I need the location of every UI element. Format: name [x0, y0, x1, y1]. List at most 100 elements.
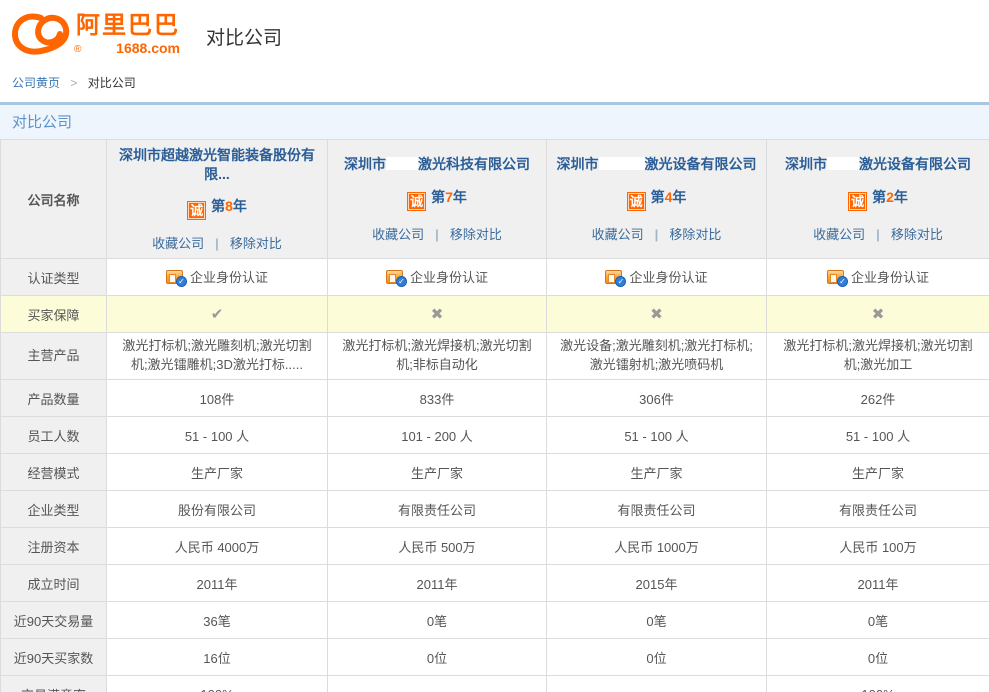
main-products-cell: 激光打标机;激光焊接机;激光切割机;激光加工: [767, 333, 989, 380]
transactions-cell: 36笔: [107, 602, 328, 639]
company-name-link[interactable]: 深圳市激光设备有限公司: [553, 155, 760, 174]
business-model-cell: 生产厂家: [547, 454, 767, 491]
id-card-icon: ✓: [166, 270, 183, 284]
company-name-text: 深圳市: [785, 156, 827, 172]
favorite-company-link[interactable]: 收藏公司: [152, 236, 204, 251]
section-title-bar: 对比公司: [0, 102, 989, 139]
link-divider: |: [215, 236, 219, 251]
certification-cell: ✓企业身份认证: [767, 259, 989, 296]
link-divider: |: [876, 227, 880, 242]
registered-capital-cell: 人民币 1000万: [547, 528, 767, 565]
row-label: 近90天买家数: [1, 639, 107, 676]
company-name-link[interactable]: 深圳市超越激光智能装备股份有限...: [113, 146, 321, 184]
company-year: 诚第4年: [553, 187, 760, 211]
comparison-table: 公司名称 深圳市超越激光智能装备股份有限... 诚第8年 收藏公司|移除对比 深…: [0, 139, 989, 692]
remove-compare-link[interactable]: 移除对比: [669, 227, 721, 242]
main-products-cell: 激光设备;激光雕刻机;激光打标机;激光镭射机;激光喷码机: [547, 333, 767, 380]
year-number: 2: [886, 189, 894, 205]
company-name-text: 深圳市超越激光智能装备股份有限...: [119, 147, 315, 182]
table-row-main-products: 主营产品 激光打标机;激光雕刻机;激光切割机;激光镭雕机;3D激光打标.....…: [1, 333, 989, 380]
row-label: 主营产品: [1, 333, 107, 380]
cheng-integrity-badge-icon: 诚: [848, 192, 867, 211]
cross-mark-icon: ✖: [650, 306, 663, 323]
verified-check-icon: ✓: [396, 276, 407, 287]
favorite-company-link[interactable]: 收藏公司: [813, 227, 865, 242]
table-row-buyers-90d: 近90天买家数 16位 0位 0位 0位: [1, 639, 989, 676]
employees-cell: 51 - 100 人: [107, 417, 328, 454]
alibaba-logo[interactable]: ® 阿里巴巴 1688.com: [10, 11, 180, 57]
company-name-link[interactable]: 深圳市 激光科技有限公司: [334, 155, 540, 174]
buyers-cell: 0位: [328, 639, 547, 676]
satisfaction-cell: 100%: [107, 676, 328, 692]
guarantee-cell: ✖: [547, 296, 767, 333]
registered-capital-cell: 人民币 4000万: [107, 528, 328, 565]
verified-check-icon: ✓: [176, 276, 187, 287]
year-suffix: 年: [672, 189, 686, 205]
main-products-cell: 激光打标机;激光雕刻机;激光切割机;激光镭雕机;3D激光打标.....: [107, 333, 328, 380]
id-card-icon: ✓: [827, 270, 844, 284]
brand-name: 阿里巴巴: [76, 14, 180, 38]
row-label: 企业类型: [1, 491, 107, 528]
year-prefix: 第: [872, 189, 886, 205]
row-label: 注册资本: [1, 528, 107, 565]
buyers-cell: 16位: [107, 639, 328, 676]
company-actions: 收藏公司|移除对比: [334, 224, 540, 243]
breadcrumb-current: 对比公司: [88, 76, 136, 90]
remove-compare-link[interactable]: 移除对比: [891, 227, 943, 242]
company-name-text: 激光设备有限公司: [859, 156, 971, 172]
year-suffix: 年: [894, 189, 908, 205]
company-name-text: 深圳市: [344, 156, 386, 172]
business-model-cell: 生产厂家: [328, 454, 547, 491]
employees-cell: 51 - 100 人: [547, 417, 767, 454]
business-model-cell: 生产厂家: [767, 454, 989, 491]
table-row-transactions-90d: 近90天交易量 36笔 0笔 0笔 0笔: [1, 602, 989, 639]
company-actions: 收藏公司 | 移除对比: [773, 224, 983, 243]
company-name-text: 深圳市: [557, 156, 599, 172]
guarantee-cell: ✖: [328, 296, 547, 333]
guarantee-cell: ✖: [767, 296, 989, 333]
registered-capital-cell: 人民币 100万: [767, 528, 989, 565]
row-label: 成立时间: [1, 565, 107, 602]
company-year: 诚第2年: [773, 187, 983, 211]
row-label: 产品数量: [1, 380, 107, 417]
favorite-company-link[interactable]: 收藏公司: [592, 227, 644, 242]
satisfaction-cell: [328, 676, 547, 692]
guarantee-cell: ✔: [107, 296, 328, 333]
remove-compare-link[interactable]: 移除对比: [450, 227, 502, 242]
table-row-company-type: 企业类型 股份有限公司 有限责任公司 有限责任公司 有限责任公司: [1, 491, 989, 528]
row-label: 近90天交易量: [1, 602, 107, 639]
table-row-product-count: 产品数量 108件 833件 306件 262件: [1, 380, 989, 417]
check-mark-icon: ✔: [211, 306, 224, 323]
satisfaction-cell: [547, 676, 767, 692]
breadcrumb-separator: >: [70, 76, 77, 90]
cheng-integrity-badge-icon: 诚: [407, 192, 426, 211]
company-header-cell: 深圳市激光科技有限公司 诚第7年 收藏公司|移除对比: [328, 140, 547, 259]
link-divider: |: [655, 227, 659, 242]
company-type-cell: 股份有限公司: [107, 491, 328, 528]
cheng-integrity-badge-icon: 诚: [187, 201, 206, 220]
registered-capital-cell: 人民币 500万: [328, 528, 547, 565]
redacted-name-block: [599, 157, 645, 170]
certification-label: 企业身份认证: [629, 267, 707, 286]
registered-mark: ®: [74, 44, 81, 55]
table-row-registered-capital: 注册资本 人民币 4000万 人民币 500万 人民币 1000万 人民币 10…: [1, 528, 989, 565]
company-name-link[interactable]: 深圳市 激光设备有限公司: [773, 155, 983, 174]
verified-check-icon: ✓: [615, 276, 626, 287]
satisfaction-cell: 100%: [767, 676, 989, 692]
favorite-company-link[interactable]: 收藏公司: [372, 227, 424, 242]
founded-cell: 2011年: [107, 565, 328, 602]
remove-compare-link[interactable]: 移除对比: [230, 236, 282, 251]
alibaba-smile-icon: [10, 11, 72, 57]
table-row-founded: 成立时间 2011年 2011年 2015年 2011年: [1, 565, 989, 602]
year-prefix: 第: [431, 189, 445, 205]
year-number: 8: [225, 198, 233, 214]
product-count-cell: 833件: [328, 380, 547, 417]
certification-cell: ✓企业身份认证: [328, 259, 547, 296]
breadcrumb-home-link[interactable]: 公司黄页: [12, 76, 60, 90]
year-suffix: 年: [453, 189, 467, 205]
company-name-text: 激光科技有限公司: [418, 156, 530, 172]
table-row-employees: 员工人数 51 - 100 人 101 - 200 人 51 - 100 人 5…: [1, 417, 989, 454]
product-count-cell: 108件: [107, 380, 328, 417]
year-suffix: 年: [233, 198, 247, 214]
row-label: 买家保障: [1, 296, 107, 333]
